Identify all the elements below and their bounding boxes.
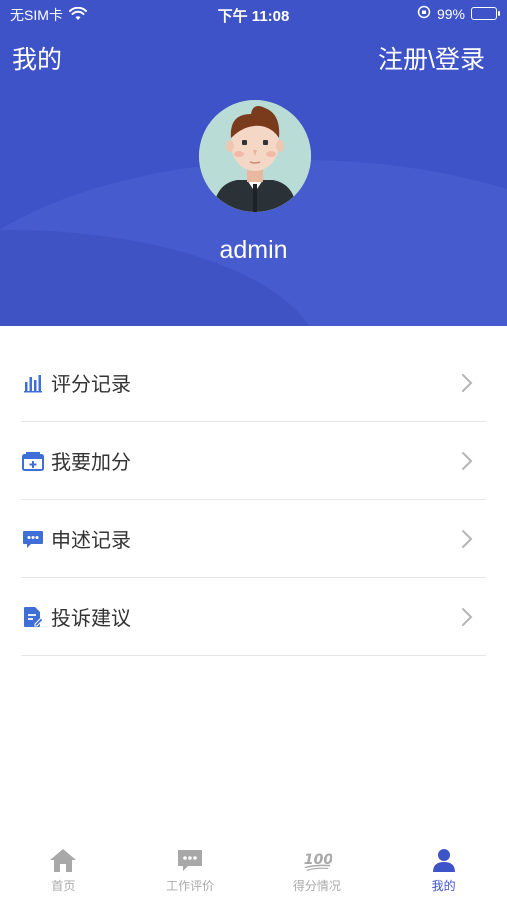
battery-percent: 99% xyxy=(436,5,465,22)
avatar[interactable] xyxy=(199,100,311,212)
menu-item-appeal-records[interactable]: 申述记录 xyxy=(21,500,486,578)
menu-item-label: 申述记录 xyxy=(51,530,131,552)
bar-chart-icon xyxy=(22,372,44,394)
username: admin xyxy=(219,236,288,264)
chevron-right-icon xyxy=(462,530,473,548)
user-icon xyxy=(429,846,459,874)
tab-label: 工作评价 xyxy=(166,879,215,893)
menu-item-score-records[interactable]: 评分记录 xyxy=(21,344,486,422)
tab-label: 首页 xyxy=(51,879,76,893)
status-bar: 无SIM卡 下午 11:08 99% xyxy=(0,0,507,28)
battery-icon xyxy=(471,7,500,20)
tab-work-evaluation[interactable]: 工作评价 xyxy=(127,838,254,900)
tab-score-status[interactable]: 100 得分情况 xyxy=(254,838,381,900)
page-title: 我的 xyxy=(12,46,63,74)
menu-item-complaints[interactable]: 投诉建议 xyxy=(21,578,486,656)
score-100-icon: 100 xyxy=(302,846,332,874)
profile-header: 无SIM卡 下午 11:08 99% 我的 注册\登录 admin xyxy=(0,0,507,326)
chevron-right-icon xyxy=(462,374,473,392)
tab-home[interactable]: 首页 xyxy=(0,838,127,900)
message-icon xyxy=(175,846,205,874)
add-score-icon xyxy=(22,450,44,472)
chevron-right-icon xyxy=(462,608,473,626)
tab-mine[interactable]: 我的 xyxy=(380,838,507,900)
tab-label: 我的 xyxy=(431,879,456,893)
bottom-tab-bar: 首页 工作评价 100 得分情况 我的 xyxy=(0,838,507,900)
menu-item-label: 投诉建议 xyxy=(51,608,131,630)
chevron-right-icon xyxy=(462,452,473,470)
menu-list: 评分记录 我要加分 申述记录 投诉建议 xyxy=(21,344,486,656)
chat-bubble-icon xyxy=(22,528,44,550)
orientation-lock-icon xyxy=(417,5,431,22)
home-icon xyxy=(48,846,78,874)
document-edit-icon xyxy=(22,606,44,628)
menu-item-add-score[interactable]: 我要加分 xyxy=(21,422,486,500)
register-login-link[interactable]: 注册\登录 xyxy=(378,40,485,76)
menu-item-label: 评分记录 xyxy=(51,374,131,396)
tab-label: 得分情况 xyxy=(292,879,341,893)
menu-item-label: 我要加分 xyxy=(51,452,131,474)
